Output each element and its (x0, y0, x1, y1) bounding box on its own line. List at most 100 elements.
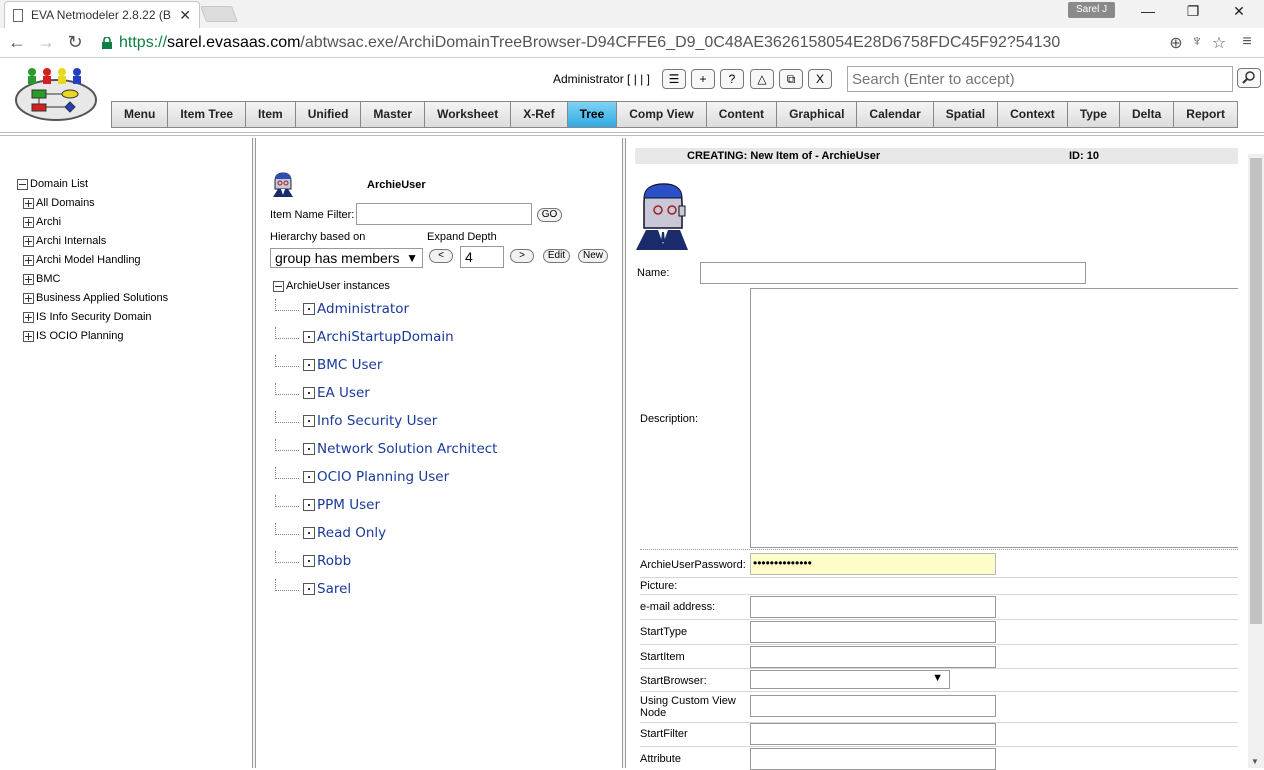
tab-comp-view[interactable]: Comp View (616, 101, 706, 128)
startfilter-input[interactable] (750, 723, 996, 745)
domain-item[interactable]: BMC (23, 273, 60, 285)
tab-graphical[interactable]: Graphical (776, 101, 857, 128)
leaf-node-icon[interactable] (303, 499, 315, 511)
go-button[interactable]: GO (537, 208, 562, 222)
tree-instance-item[interactable]: Administrator (275, 299, 409, 319)
expand-icon[interactable] (23, 330, 34, 342)
domain-list-root[interactable]: Domain List (17, 178, 88, 190)
minimize-icon[interactable]: — (1133, 3, 1163, 19)
tree-instance-label[interactable]: Info Security User (317, 413, 437, 429)
expand-depth-input[interactable] (460, 246, 504, 268)
name-input[interactable] (700, 262, 1086, 284)
back-icon[interactable]: ← (5, 32, 29, 52)
domain-item[interactable]: IS OCIO Planning (23, 330, 123, 342)
menu-tool-button[interactable]: ☰ (662, 69, 686, 89)
close-tool-button[interactable]: X (808, 69, 832, 89)
tab-delta[interactable]: Delta (1118, 101, 1174, 128)
left-splitter[interactable] (252, 138, 256, 768)
tree-instance-label[interactable]: Network Solution Architect (317, 441, 497, 457)
depth-decrease-button[interactable]: < (429, 249, 453, 263)
domain-item[interactable]: Archi (23, 216, 61, 228)
tab-type[interactable]: Type (1066, 101, 1119, 128)
expand-icon[interactable] (23, 235, 34, 247)
tab-tree[interactable]: Tree (566, 101, 617, 128)
leaf-node-icon[interactable] (303, 527, 315, 539)
tab-report[interactable]: Report (1173, 101, 1238, 128)
help-tool-button[interactable]: ? (720, 69, 744, 89)
tab-item-tree[interactable]: Item Tree (167, 101, 246, 128)
hierarchy-select[interactable]: group has members ▼ (270, 248, 423, 268)
tab-item[interactable]: Item (245, 101, 295, 128)
eva-logo[interactable] (14, 66, 98, 124)
expand-icon[interactable] (23, 273, 34, 285)
tab-calendar[interactable]: Calendar (856, 101, 933, 128)
collapse-icon[interactable] (273, 280, 284, 292)
tree-instance-item[interactable]: ArchiStartupDomain (275, 327, 454, 347)
forward-icon[interactable]: → (34, 32, 58, 52)
tree-instance-label[interactable]: OCIO Planning User (317, 469, 449, 485)
delta-tool-button[interactable]: △ (750, 69, 774, 89)
domain-item[interactable]: All Domains (23, 197, 95, 209)
tree-instance-label[interactable]: ArchiStartupDomain (317, 329, 454, 345)
tree-instance-item[interactable]: BMC User (275, 355, 382, 375)
admin-label[interactable]: Administrator [ | | ] (553, 72, 650, 86)
email-input[interactable] (750, 596, 996, 618)
bookmark-star-icon[interactable]: ☆ (1209, 33, 1229, 53)
expand-icon[interactable] (23, 311, 34, 323)
browser-menu-icon[interactable]: ≡ (1237, 33, 1257, 51)
domain-item[interactable]: Archi Model Handling (23, 254, 141, 266)
attribute-input[interactable] (750, 748, 996, 770)
tab-master[interactable]: Master (360, 101, 425, 128)
tree-instance-label[interactable]: EA User (317, 385, 370, 401)
leaf-node-icon[interactable] (303, 583, 315, 595)
url-field[interactable]: https://sarel.evasaas.com/abtwsac.exe/Ar… (119, 34, 1060, 52)
expand-icon[interactable] (23, 254, 34, 266)
starttype-input[interactable] (750, 621, 996, 643)
zoom-icon[interactable]: ⊕ (1166, 33, 1186, 53)
custom-view-input[interactable] (750, 695, 996, 717)
tree-instance-label[interactable]: Administrator (317, 301, 409, 317)
depth-increase-button[interactable]: > (510, 249, 534, 263)
expand-icon[interactable] (23, 197, 34, 209)
startbrowser-select[interactable]: ▼ (750, 670, 950, 689)
tree-instance-item[interactable]: Info Security User (275, 411, 437, 431)
tree-instance-label[interactable]: Sarel (317, 581, 351, 597)
tree-instance-item[interactable]: OCIO Planning User (275, 467, 449, 487)
tree-instance-label[interactable]: PPM User (317, 497, 380, 513)
tab-x-ref[interactable]: X-Ref (510, 101, 567, 128)
scroll-down-icon[interactable]: ▼ (1251, 757, 1259, 766)
scrollbar-thumb[interactable] (1250, 158, 1262, 624)
tree-instance-label[interactable]: Robb (317, 553, 351, 569)
add-tool-button[interactable]: + (691, 69, 715, 89)
startitem-input[interactable] (750, 646, 996, 668)
form-scrollbar[interactable]: ▼ (1248, 154, 1264, 768)
domain-item[interactable]: IS Info Security Domain (23, 311, 152, 323)
tab-context[interactable]: Context (997, 101, 1067, 128)
tree-instance-item[interactable]: Sarel (275, 579, 351, 599)
extension-icon[interactable]: ♆ (1187, 33, 1207, 51)
tab-menu[interactable]: Menu (111, 101, 168, 128)
tree-instance-item[interactable]: Read Only (275, 523, 386, 543)
edit-button[interactable]: Edit (543, 249, 570, 263)
close-window-icon[interactable]: ✕ (1224, 3, 1254, 20)
restore-icon[interactable]: ❐ (1178, 3, 1208, 20)
leaf-node-icon[interactable] (303, 331, 315, 343)
tree-instance-label[interactable]: BMC User (317, 357, 382, 373)
tab-unified[interactable]: Unified (294, 101, 361, 128)
leaf-node-icon[interactable] (303, 555, 315, 567)
leaf-node-icon[interactable] (303, 359, 315, 371)
expand-icon[interactable] (23, 292, 34, 304)
domain-item[interactable]: Business Applied Solutions (23, 292, 168, 304)
leaf-node-icon[interactable] (303, 415, 315, 427)
new-tab-button[interactable] (200, 6, 238, 22)
tree-instance-label[interactable]: Read Only (317, 525, 386, 541)
tab-worksheet[interactable]: Worksheet (424, 101, 511, 128)
tree-instance-item[interactable]: Network Solution Architect (275, 439, 497, 459)
password-input[interactable]: •••••••••••••• (750, 553, 996, 575)
leaf-node-icon[interactable] (303, 387, 315, 399)
instances-root[interactable]: ArchieUser instances (273, 280, 390, 292)
right-splitter[interactable] (622, 138, 626, 768)
tab-spatial[interactable]: Spatial (932, 101, 998, 128)
search-button[interactable] (1237, 68, 1261, 88)
browser-tab[interactable]: EVA Netmodeler 2.8.22 (B ✕ (4, 1, 200, 28)
